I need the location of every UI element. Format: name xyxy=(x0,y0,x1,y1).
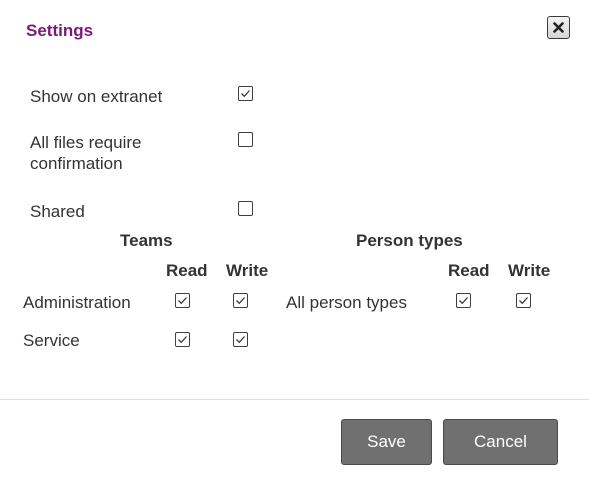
administration-write-checkbox[interactable] xyxy=(233,293,248,308)
dialog-title: Settings xyxy=(26,21,94,40)
cancel-button[interactable]: Cancel xyxy=(443,419,558,465)
close-icon xyxy=(553,22,564,33)
teams-heading: Teams xyxy=(120,231,173,250)
administration-read-checkbox[interactable] xyxy=(175,293,190,308)
shared-checkbox[interactable] xyxy=(238,201,253,216)
checkmark-icon xyxy=(236,297,245,305)
option-label-shared: Shared xyxy=(30,202,85,221)
team-name-administration: Administration xyxy=(23,293,131,312)
option-label-show-on-extranet: Show on extranet xyxy=(30,87,163,106)
teams-read-header: Read xyxy=(166,261,208,280)
team-name-service: Service xyxy=(23,331,80,350)
all-files-require-confirmation-checkbox[interactable] xyxy=(238,132,253,147)
checkmark-icon xyxy=(178,336,187,344)
person-types-write-header: Write xyxy=(508,261,551,280)
save-button[interactable]: Save xyxy=(341,419,432,465)
all-person-types-write-checkbox[interactable] xyxy=(516,293,531,308)
person-type-name-all: All person types xyxy=(286,293,407,312)
settings-dialog: Settings Show on extranet All files requ… xyxy=(0,0,589,490)
close-button[interactable] xyxy=(547,16,570,39)
teams-write-header: Write xyxy=(226,261,269,280)
service-read-checkbox[interactable] xyxy=(175,332,190,347)
all-person-types-read-checkbox[interactable] xyxy=(456,293,471,308)
checkmark-icon xyxy=(459,297,468,305)
person-types-read-header: Read xyxy=(448,261,490,280)
person-types-heading: Person types xyxy=(356,231,463,250)
checkmark-icon xyxy=(178,297,187,305)
checkmark-icon xyxy=(236,336,245,344)
checkmark-icon xyxy=(241,90,250,98)
footer-divider xyxy=(0,399,589,400)
checkmark-icon xyxy=(519,297,528,305)
show-on-extranet-checkbox[interactable] xyxy=(238,86,253,101)
service-write-checkbox[interactable] xyxy=(233,332,248,347)
option-label-all-files-require-confirmation: All files require confirmation xyxy=(30,133,142,173)
